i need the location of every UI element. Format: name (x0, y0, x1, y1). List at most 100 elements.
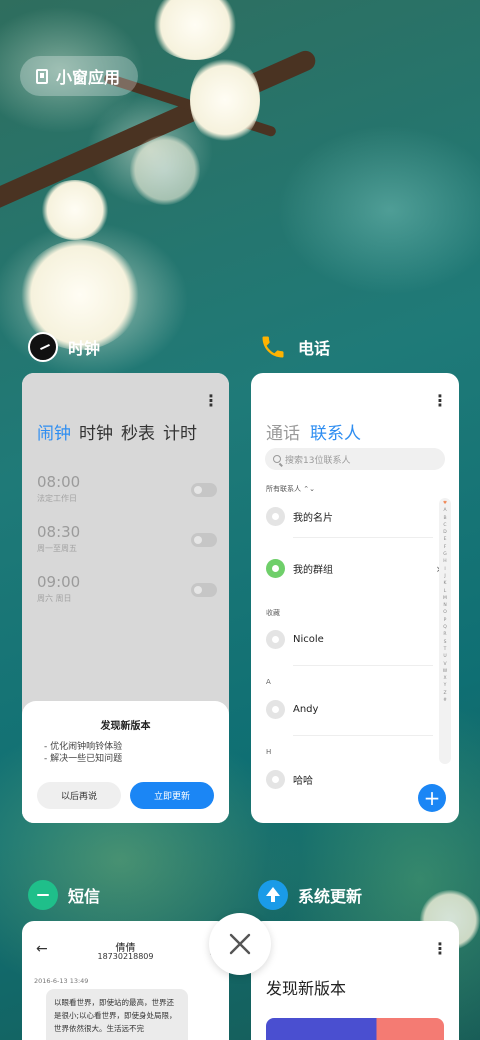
sms-app-header[interactable]: 短信 (28, 880, 100, 910)
alarm-toggle[interactable] (191, 583, 217, 597)
alphabet-letter[interactable]: L (444, 588, 447, 595)
clock-icon (28, 332, 58, 362)
update-app-name: 系统更新 (298, 887, 363, 906)
phone-app-card[interactable]: ⋮ 通话 联系人 搜索13位联系人 所有联系人 ⌃⌄ 我的名片 我的群组 › 收… (251, 373, 459, 823)
update-app-header[interactable]: 系统更新 (258, 880, 362, 910)
alphabet-letter[interactable]: J (444, 573, 445, 580)
alphabet-letter[interactable]: V (443, 661, 446, 668)
close-icon (229, 933, 251, 955)
alarm-time: 08:30 (37, 523, 81, 541)
alphabet-letter[interactable]: R (443, 631, 446, 638)
more-options-icon[interactable]: ⋮ (203, 393, 219, 409)
clear-all-button[interactable] (209, 913, 271, 975)
my-card-row[interactable]: 我的名片 (266, 507, 431, 526)
tab-contacts[interactable]: 联系人 (310, 419, 361, 444)
tab-timer[interactable]: 计时 (163, 419, 197, 444)
my-card-label: 我的名片 (293, 513, 333, 524)
alphabet-letter[interactable]: E (444, 536, 447, 543)
alphabet-letter[interactable]: Y (444, 682, 447, 689)
message-timestamp: 2016-6-13 13:49 (34, 977, 89, 985)
clock-app-card[interactable]: ⋮ 闹钟 时钟 秒表 计时 08:00 法定工作日 08:30 周一至周五 09… (22, 373, 229, 823)
alphabet-letter[interactable]: F (444, 544, 447, 551)
my-groups-label: 我的群组 (293, 565, 333, 576)
alarm-toggle[interactable] (191, 483, 217, 497)
alarm-repeat: 法定工作日 (37, 494, 77, 503)
section-header: H (266, 748, 272, 756)
alphabet-letter[interactable]: I (444, 566, 445, 573)
later-button[interactable]: 以后再说 (37, 782, 121, 809)
update-app-card[interactable]: ⋮ 发现新版本 (251, 921, 459, 1040)
alphabet-letter[interactable]: G (443, 551, 447, 558)
small-window-icon (36, 68, 48, 84)
alarm-item[interactable]: 08:30 周一至周五 (37, 523, 217, 554)
system-update-icon (258, 880, 288, 910)
alphabet-letter[interactable]: M (443, 595, 447, 602)
sms-app-name: 短信 (68, 887, 101, 906)
contact-row[interactable]: 哈哈 (266, 770, 431, 789)
alphabet-letter[interactable]: H (443, 558, 446, 565)
alphabet-letter[interactable]: Q (443, 624, 447, 631)
search-placeholder: 搜索13位联系人 (285, 455, 351, 466)
alarm-item[interactable]: 08:00 法定工作日 (37, 473, 217, 504)
section-header: A (266, 678, 271, 686)
sms-app-card[interactable]: ← 倩倩 18730218809 ⋮ 2016-6-13 13:49 以眼看世界… (22, 921, 229, 1040)
tab-calls[interactable]: 通话 (266, 419, 300, 444)
phone-app-name: 电话 (298, 339, 331, 358)
all-contacts-filter[interactable]: 所有联系人 ⌃⌄ (266, 484, 315, 494)
alphabet-letter[interactable]: K (444, 580, 447, 587)
contact-row[interactable]: Andy (266, 700, 431, 719)
alphabet-letter[interactable]: ♥ (443, 500, 447, 507)
my-groups-row[interactable]: 我的群组 › (266, 559, 441, 578)
alphabet-letter[interactable]: S (444, 639, 447, 646)
clock-app-header[interactable]: 时钟 (28, 332, 100, 362)
alphabet-letter[interactable]: N (443, 602, 446, 609)
small-window-button[interactable]: 小窗应用 (20, 56, 138, 96)
update-banner (266, 1018, 444, 1040)
alarm-item[interactable]: 09:00 周六 周日 (37, 573, 217, 604)
more-options-icon[interactable]: ⋮ (432, 941, 448, 957)
alphabet-letter[interactable]: X (443, 675, 446, 682)
message-bubble: 以眼看世界，即使站的最高，世界还是很小;以心看世界，即使身处局限，世界依然很大。… (46, 989, 188, 1040)
update-title: 发现新版本 (266, 979, 347, 998)
wallpaper-blossom (190, 55, 260, 145)
contact-search-input[interactable]: 搜索13位联系人 (265, 448, 445, 470)
contact-name: Andy (293, 704, 319, 715)
update-dialog: 发现新版本 - 优化闹钟响铃体验 - 解决一些已知问题 以后再说 立即更新 (22, 701, 229, 823)
more-options-icon[interactable]: ⋮ (432, 393, 448, 409)
alphabet-index[interactable]: ♥ A B C D E F G H I J K L M N O P Q R S T U V W X Y Z # (439, 498, 451, 764)
wallpaper-blossom (130, 135, 200, 205)
wallpaper-blossom (150, 0, 240, 60)
wallpaper-blossom (40, 180, 110, 240)
alphabet-letter[interactable]: # (443, 697, 447, 704)
alphabet-letter[interactable]: Z (443, 690, 446, 697)
alphabet-letter[interactable]: A (443, 507, 446, 514)
avatar (266, 770, 285, 789)
small-window-label: 小窗应用 (56, 68, 121, 87)
add-contact-button[interactable]: + (418, 784, 446, 812)
alphabet-letter[interactable]: C (443, 522, 446, 529)
clock-tabs: 闹钟 时钟 秒表 计时 (37, 419, 197, 444)
alphabet-letter[interactable]: U (443, 653, 446, 660)
contact-name: 哈哈 (293, 776, 313, 787)
dialog-line: - 解决一些已知问题 (44, 754, 123, 764)
section-header-favorites: 收藏 (266, 609, 280, 617)
alarm-toggle[interactable] (191, 533, 217, 547)
alphabet-letter[interactable]: W (443, 668, 447, 675)
alphabet-letter[interactable]: T (444, 646, 447, 653)
alphabet-letter[interactable]: B (443, 515, 446, 522)
phone-app-header[interactable]: 电话 (258, 332, 330, 362)
tab-alarm[interactable]: 闹钟 (37, 419, 71, 444)
alphabet-letter[interactable]: D (443, 529, 446, 536)
alphabet-letter[interactable]: O (443, 609, 447, 616)
alarm-time: 08:00 (37, 473, 81, 491)
contact-row[interactable]: Nicole (266, 630, 431, 649)
avatar (266, 630, 285, 649)
search-icon (273, 455, 281, 463)
divider (293, 665, 433, 666)
update-now-button[interactable]: 立即更新 (130, 782, 214, 809)
alphabet-letter[interactable]: P (444, 617, 447, 624)
dialog-title: 发现新版本 (100, 721, 151, 732)
contact-name: Nicole (293, 634, 324, 645)
tab-stopwatch[interactable]: 秒表 (121, 419, 155, 444)
tab-clock[interactable]: 时钟 (79, 419, 113, 444)
